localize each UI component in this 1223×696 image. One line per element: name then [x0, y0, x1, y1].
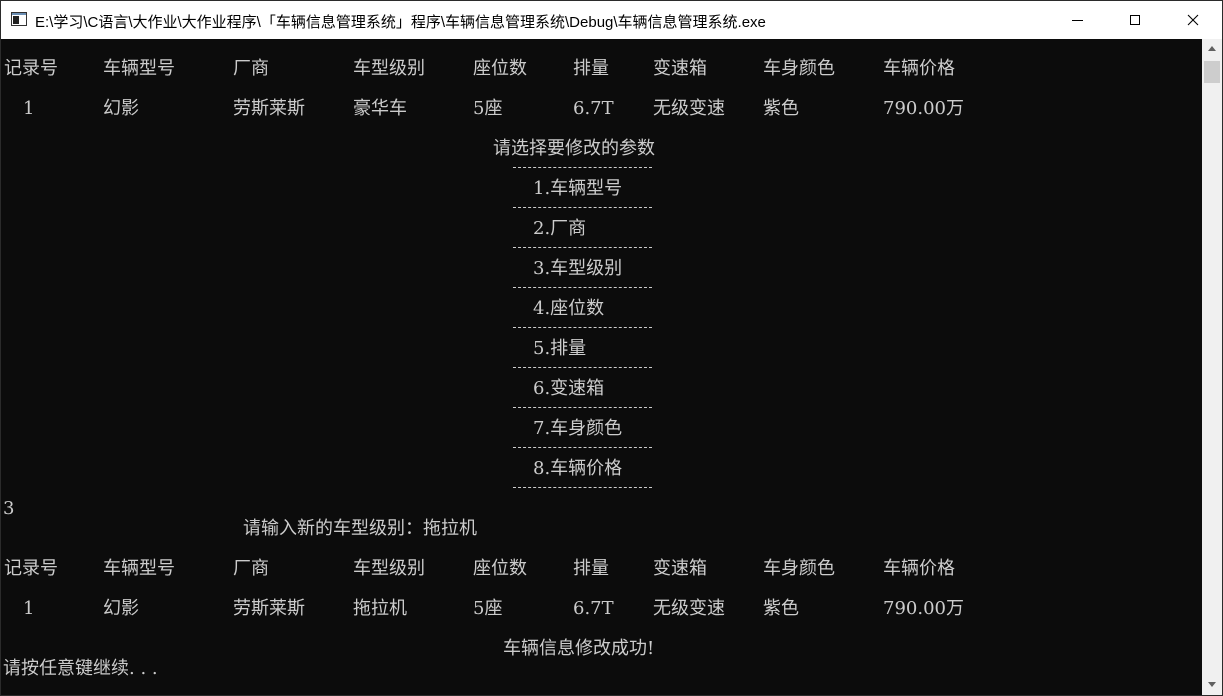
table-cell: 紫色: [763, 598, 799, 619]
console-window-icon: [11, 12, 27, 26]
column-header: 车型级别: [353, 558, 425, 579]
column-header: 排量: [573, 558, 609, 579]
table-cell: 790.00万: [883, 98, 964, 119]
column-header: 车辆价格: [883, 558, 955, 579]
minimize-button[interactable]: [1048, 1, 1106, 39]
input-value: 拖拉机: [423, 518, 477, 539]
close-icon: [1187, 14, 1199, 26]
maximize-icon: [1130, 15, 1140, 25]
continue-prompt: 请按任意键继续. . .: [3, 658, 158, 679]
menu-separator: [513, 487, 652, 488]
column-header: 变速箱: [653, 58, 707, 79]
table-cell: 5座: [473, 598, 503, 619]
column-header: 车辆型号: [103, 58, 175, 79]
scrollbar-thumb[interactable]: [1204, 61, 1220, 83]
close-button[interactable]: [1164, 1, 1222, 39]
menu-item: 7.车身颜色: [533, 418, 623, 439]
menu-separator: [513, 367, 652, 368]
menu-item: 6.变速箱: [533, 378, 605, 399]
table-cell: 无级变速: [653, 598, 725, 619]
column-header: 排量: [573, 58, 609, 79]
column-header: 座位数: [473, 558, 527, 579]
vertical-scrollbar[interactable]: [1202, 39, 1222, 695]
input-prompt: 请输入新的车型级别：拖拉机: [243, 519, 477, 539]
table-cell: 劳斯莱斯: [233, 98, 305, 119]
column-header: 记录号: [4, 558, 58, 579]
menu-item: 2.厂商: [533, 218, 587, 239]
table-cell: 豪华车: [353, 98, 407, 119]
menu-prompt: 请选择要修改的参数: [493, 138, 655, 159]
menu-item: 5.排量: [533, 338, 587, 359]
column-header: 厂商: [233, 58, 269, 79]
column-header: 变速箱: [653, 558, 707, 579]
user-choice: 3: [3, 498, 15, 519]
scroll-down-arrow-icon[interactable]: [1202, 675, 1222, 695]
table-cell: 幻影: [103, 98, 139, 119]
column-header: 车身颜色: [763, 558, 835, 579]
table-cell: 紫色: [763, 98, 799, 119]
table-cell: 无级变速: [653, 98, 725, 119]
column-header: 车辆价格: [883, 58, 955, 79]
menu-separator: [513, 167, 652, 168]
menu-separator: [513, 247, 652, 248]
menu-separator: [513, 407, 652, 408]
table-cell: 拖拉机: [353, 598, 407, 619]
menu-item: 8.车辆价格: [533, 458, 623, 479]
menu-separator: [513, 447, 652, 448]
column-header: 记录号: [4, 58, 58, 79]
input-prompt-label: 请输入新的车型级别：: [243, 518, 423, 539]
menu-item: 3.车型级别: [533, 258, 623, 279]
menu-separator: [513, 287, 652, 288]
menu-item: 1.车辆型号: [533, 178, 623, 199]
column-header: 车身颜色: [763, 58, 835, 79]
table-cell: 6.7T: [573, 598, 614, 619]
table-cell: 1: [23, 98, 35, 119]
menu-item: 4.座位数: [533, 298, 605, 319]
console-window: E:\学习\C语言\大作业\大作业程序\「车辆信息管理系统」程序\车辆信息管理系…: [0, 0, 1223, 696]
table-cell: 5座: [473, 98, 503, 119]
minimize-icon: [1071, 19, 1083, 21]
table-cell: 1: [23, 598, 35, 619]
table-cell: 6.7T: [573, 98, 614, 119]
column-header: 厂商: [233, 558, 269, 579]
table-cell: 劳斯莱斯: [233, 598, 305, 619]
success-message: 车辆信息修改成功!: [503, 638, 655, 659]
column-header: 车型级别: [353, 58, 425, 79]
table-cell: 幻影: [103, 598, 139, 619]
table-cell: 790.00万: [883, 598, 964, 619]
menu-separator: [513, 207, 652, 208]
window-title: E:\学习\C语言\大作业\大作业程序\「车辆信息管理系统」程序\车辆信息管理系…: [35, 14, 766, 31]
maximize-button[interactable]: [1106, 1, 1164, 39]
scroll-up-arrow-icon[interactable]: [1202, 39, 1222, 59]
column-header: 车辆型号: [103, 558, 175, 579]
console-output[interactable]: 记录号 车辆型号 厂商 车型级别 座位数 排量 变速箱 车身颜色 车辆价格 1 …: [1, 39, 1202, 695]
title-bar[interactable]: E:\学习\C语言\大作业\大作业程序\「车辆信息管理系统」程序\车辆信息管理系…: [1, 1, 1222, 39]
column-header: 座位数: [473, 58, 527, 79]
menu-separator: [513, 327, 652, 328]
